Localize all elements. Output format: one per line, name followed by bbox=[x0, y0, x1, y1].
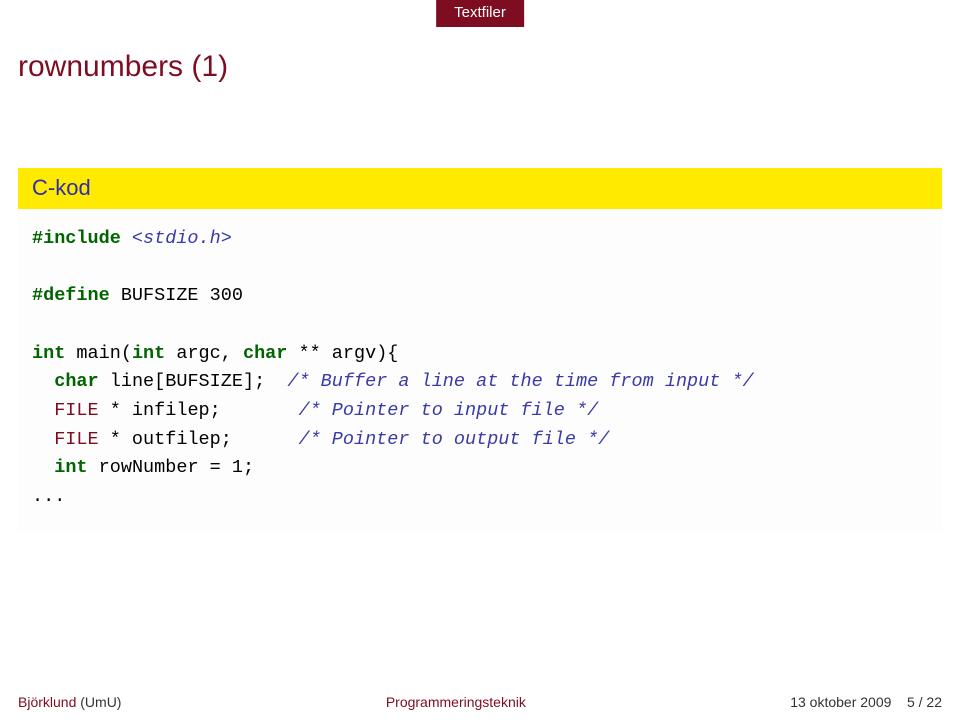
fn-argc: argc, bbox=[165, 343, 243, 364]
footer: Björklund (UmU) Programmeringsteknik 13 … bbox=[0, 694, 960, 710]
fn-main-open: main( bbox=[65, 343, 132, 364]
comment-outfile: /* Pointer to output file */ bbox=[298, 429, 609, 450]
footer-center: Programmeringsteknik bbox=[386, 694, 526, 710]
decl-rownumber: rowNumber = 1; bbox=[88, 457, 255, 478]
decl-outfilep: * outfilep; bbox=[99, 429, 299, 450]
type-file-1: FILE bbox=[32, 400, 99, 421]
footer-date: 13 oktober 2009 bbox=[790, 694, 891, 710]
code-body: #include <stdio.h> #define BUFSIZE 300 i… bbox=[18, 209, 942, 532]
section-tab: Textfiler bbox=[436, 0, 524, 27]
footer-right: 13 oktober 2009 5 / 22 bbox=[790, 694, 942, 710]
type-file-2: FILE bbox=[32, 429, 99, 450]
slide-title: rownumbers (1) bbox=[18, 50, 228, 84]
block-title: C-kod bbox=[18, 168, 942, 209]
footer-affiliation: (UmU) bbox=[76, 694, 121, 710]
footer-page: 5 / 22 bbox=[907, 694, 942, 710]
define-rest: BUFSIZE 300 bbox=[110, 285, 243, 306]
decl-line: line[BUFSIZE]; bbox=[99, 371, 288, 392]
kw-int-row: int bbox=[54, 457, 87, 478]
footer-author: Björklund bbox=[18, 694, 76, 710]
preproc-define: #define bbox=[32, 285, 110, 306]
comment-infile: /* Pointer to input file */ bbox=[298, 400, 598, 421]
ellipsis: ... bbox=[32, 486, 65, 507]
comment-line: /* Buffer a line at the time from input … bbox=[287, 371, 753, 392]
fn-argv: ** argv){ bbox=[287, 343, 398, 364]
footer-left: Björklund (UmU) bbox=[18, 694, 121, 710]
kw-int: int bbox=[32, 343, 65, 364]
code-block: C-kod #include <stdio.h> #define BUFSIZE… bbox=[18, 168, 942, 532]
kw-char-line: char bbox=[54, 371, 98, 392]
preproc-include: #include bbox=[32, 228, 132, 249]
decl-infilep: * infilep; bbox=[99, 400, 299, 421]
include-header: <stdio.h> bbox=[132, 228, 232, 249]
kw-int-argc: int bbox=[132, 343, 165, 364]
kw-char: char bbox=[243, 343, 287, 364]
